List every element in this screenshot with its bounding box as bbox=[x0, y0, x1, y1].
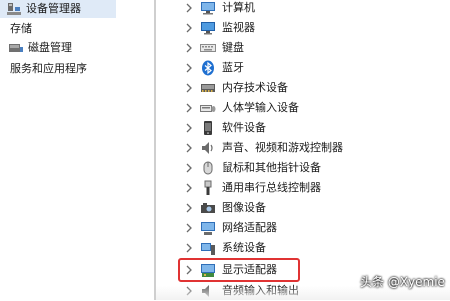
chevron-right-icon[interactable] bbox=[184, 102, 194, 114]
device-category-label: 内存技术设备 bbox=[222, 81, 288, 94]
chevron-right-icon[interactable] bbox=[184, 162, 194, 174]
device-category-label: 系统设备 bbox=[222, 241, 266, 254]
device-category-label: 通用串行总线控制器 bbox=[222, 181, 321, 194]
camera-icon bbox=[200, 200, 216, 216]
chevron-right-icon[interactable] bbox=[184, 62, 194, 74]
device-category-hid[interactable]: 人体学输入设备 bbox=[156, 98, 450, 118]
speaker-icon bbox=[200, 140, 216, 156]
device-category-monitor[interactable]: 监视器 bbox=[156, 18, 450, 38]
keyboard-icon bbox=[200, 40, 216, 56]
device-category-mouse[interactable]: 鼠标和其他指针设备 bbox=[156, 158, 450, 178]
system-device-icon bbox=[200, 240, 216, 256]
tree-item-services-apps[interactable]: 服务和应用程序 bbox=[0, 60, 154, 78]
device-category-system[interactable]: 系统设备 bbox=[156, 238, 450, 258]
device-list-pane: 计算机 监视器 键盘 蓝牙 内存技术设备 人体学输入设备 软件设备 声音、视频和… bbox=[156, 0, 450, 300]
chevron-right-icon[interactable] bbox=[184, 2, 194, 14]
tree-item-label: 存储 bbox=[10, 22, 32, 35]
device-category-network[interactable]: 网络适配器 bbox=[156, 218, 450, 238]
device-category-label: 图像设备 bbox=[222, 201, 266, 214]
device-category-label: 人体学输入设备 bbox=[222, 101, 299, 114]
memory-device-icon bbox=[200, 80, 216, 96]
chevron-right-icon[interactable] bbox=[184, 242, 194, 254]
chevron-right-icon[interactable] bbox=[184, 202, 194, 214]
display-adapter-highlight bbox=[178, 258, 300, 282]
chevron-right-icon[interactable] bbox=[184, 142, 194, 154]
device-category-software[interactable]: 软件设备 bbox=[156, 118, 450, 138]
device-category-label: 网络适配器 bbox=[222, 221, 277, 234]
tree-item-label: 设备管理器 bbox=[26, 2, 81, 15]
device-category-memory-tech[interactable]: 内存技术设备 bbox=[156, 78, 450, 98]
tree-item-disk-management[interactable]: 磁盘管理 bbox=[0, 39, 154, 57]
device-category-label: 软件设备 bbox=[222, 121, 266, 134]
tree-item-device-manager[interactable]: 设备管理器 bbox=[0, 0, 154, 18]
chevron-right-icon[interactable] bbox=[184, 22, 194, 34]
device-category-label: 声音、视频和游戏控制器 bbox=[222, 141, 343, 154]
chevron-right-icon[interactable] bbox=[184, 182, 194, 194]
tree-item-label: 服务和应用程序 bbox=[10, 62, 87, 75]
device-category-label: 监视器 bbox=[222, 21, 255, 34]
device-category-usb[interactable]: 通用串行总线控制器 bbox=[156, 178, 450, 198]
device-category-bluetooth[interactable]: 蓝牙 bbox=[156, 58, 450, 78]
tree-item-label: 磁盘管理 bbox=[28, 41, 72, 54]
device-category-label: 计算机 bbox=[222, 1, 255, 14]
device-category-label: 蓝牙 bbox=[222, 61, 244, 74]
chevron-right-icon[interactable] bbox=[184, 42, 194, 54]
network-adapter-icon bbox=[200, 220, 216, 236]
tree-item-storage[interactable]: 存储 bbox=[0, 20, 154, 38]
left-tree-pane: 设备管理器 存储 磁盘管理 服务和应用程序 bbox=[0, 0, 154, 300]
device-category-sound-video-game[interactable]: 声音、视频和游戏控制器 bbox=[156, 138, 450, 158]
hid-icon bbox=[200, 100, 216, 116]
device-category-keyboard[interactable]: 键盘 bbox=[156, 38, 450, 58]
chevron-right-icon[interactable] bbox=[184, 122, 194, 134]
usb-icon bbox=[200, 180, 216, 196]
bluetooth-icon bbox=[200, 60, 216, 76]
watermark: 头条 @Xyemie bbox=[360, 275, 445, 289]
device-category-imaging[interactable]: 图像设备 bbox=[156, 198, 450, 218]
software-device-icon bbox=[200, 120, 216, 136]
computer-icon bbox=[200, 0, 216, 16]
disk-management-icon bbox=[8, 41, 24, 55]
device-category-computer[interactable]: 计算机 bbox=[156, 0, 450, 18]
device-manager-icon bbox=[6, 1, 22, 17]
chevron-right-icon[interactable] bbox=[184, 222, 194, 234]
monitor-icon bbox=[200, 20, 216, 36]
device-category-label: 鼠标和其他指针设备 bbox=[222, 161, 321, 174]
mouse-icon bbox=[200, 160, 216, 176]
device-category-label: 键盘 bbox=[222, 41, 244, 54]
chevron-right-icon[interactable] bbox=[184, 82, 194, 94]
